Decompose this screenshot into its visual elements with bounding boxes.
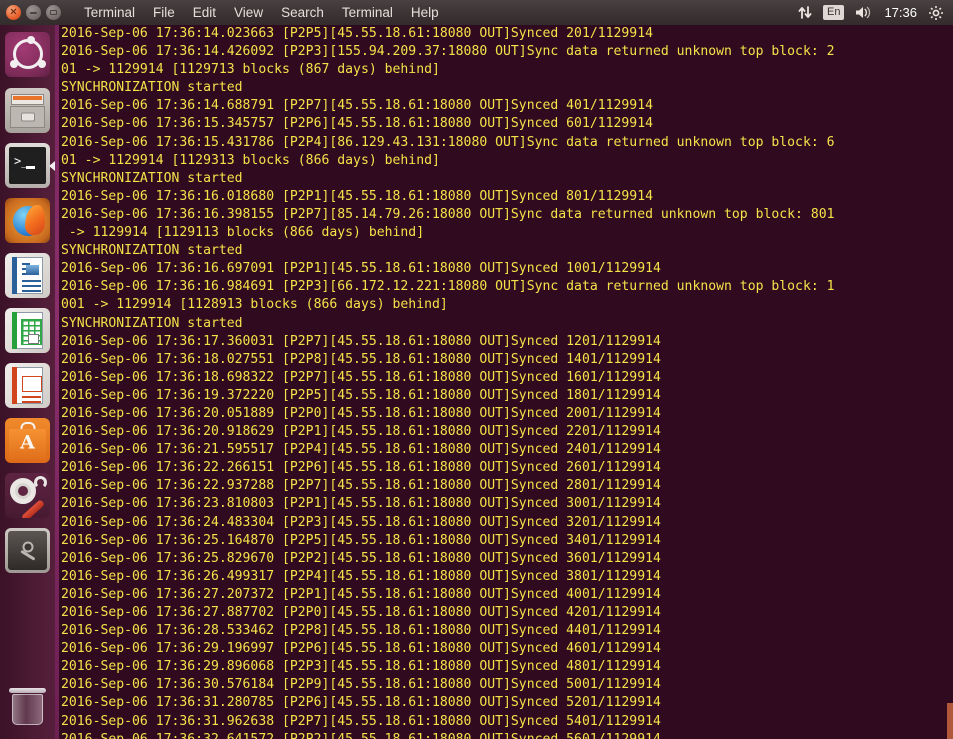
terminal-line: 2016-Sep-06 17:36:14.688791 [P2P7][45.55… — [61, 98, 653, 114]
launcher-item-files[interactable] — [0, 83, 55, 138]
maximize-button[interactable] — [46, 5, 61, 20]
terminal-line: 2016-Sep-06 17:36:28.533462 [P2P8][45.55… — [61, 623, 661, 639]
unity-launcher: >_ A — [0, 25, 55, 739]
terminal-line: SYNCHRONIZATION started — [61, 170, 243, 186]
launcher-item-safe[interactable] — [0, 523, 55, 578]
software-bag-icon: A — [5, 418, 50, 463]
terminal-line: 2016-Sep-06 17:36:22.266151 [P2P6][45.55… — [61, 460, 661, 476]
terminal-line: 2016-Sep-06 17:36:25.164870 [P2P5][45.55… — [61, 532, 661, 548]
active-app-indicator — [49, 160, 55, 171]
menu-bar: Terminal File Edit View Search Terminal … — [75, 2, 448, 23]
terminal-line: 2016-Sep-06 17:36:30.576184 [P2P9][45.55… — [61, 677, 661, 693]
terminal-line: 2016-Sep-06 17:36:29.896068 [P2P3][45.55… — [61, 659, 661, 675]
terminal-window[interactable]: 2016-Sep-06 17:36:14.023663 [P2P5][45.55… — [55, 25, 953, 739]
terminal-line: 2016-Sep-06 17:36:16.018680 [P2P1][45.55… — [61, 188, 653, 204]
launcher-item-system-settings[interactable] — [0, 468, 55, 523]
terminal-line: 2016-Sep-06 17:36:15.345757 [P2P6][45.55… — [61, 116, 653, 132]
panel-indicators: En 17:36 — [798, 5, 953, 21]
terminal-line: 2016-Sep-06 17:36:18.027551 [P2P8][45.55… — [61, 351, 661, 367]
terminal-line: 2016-Sep-06 17:36:16.697091 [P2P1][45.55… — [61, 261, 661, 277]
terminal-icon: >_ — [5, 143, 50, 188]
terminal-line: 2016-Sep-06 17:36:27.887702 [P2P0][45.55… — [61, 605, 661, 620]
terminal-line: 2016-Sep-06 17:36:20.051889 [P2P0][45.55… — [61, 405, 661, 421]
terminal-line: SYNCHRONIZATION started — [61, 243, 243, 259]
terminal-line: 2016-Sep-06 17:36:16.984691 [P2P3][66.17… — [61, 279, 835, 295]
top-panel: × Terminal File Edit View Search Termina… — [0, 0, 953, 25]
clock[interactable]: 17:36 — [884, 5, 917, 20]
terminal-line: 2016-Sep-06 17:36:26.499317 [P2P4][45.55… — [61, 568, 661, 584]
terminal-line: 2016-Sep-06 17:36:16.398155 [P2P7][85.14… — [61, 206, 835, 222]
menu-item-view[interactable]: View — [225, 2, 272, 23]
terminal-line: -> 1129914 [1129113 blocks (866 days) be… — [61, 225, 425, 241]
desktop-screen: × Terminal File Edit View Search Termina… — [0, 0, 953, 739]
keyboard-layout-indicator[interactable]: En — [822, 5, 845, 20]
menu-item-file[interactable]: File — [144, 2, 184, 23]
terminal-line: 2016-Sep-06 17:36:14.023663 [P2P5][45.55… — [61, 26, 653, 41]
terminal-line: 2016-Sep-06 17:36:21.595517 [P2P4][45.55… — [61, 442, 661, 458]
ubuntu-logo-icon — [5, 31, 50, 77]
terminal-line: 2016-Sep-06 17:36:29.196997 [P2P6][45.55… — [61, 641, 661, 657]
terminal-line: 2016-Sep-06 17:36:15.431786 [P2P4][86.12… — [61, 134, 835, 150]
terminal-line: 01 -> 1129914 [1129313 blocks (866 days)… — [61, 152, 440, 168]
terminal-scrollbar[interactable] — [939, 25, 953, 739]
launcher-item-libreoffice-calc[interactable] — [0, 303, 55, 358]
gear-wrench-icon — [5, 473, 50, 518]
terminal-line: 2016-Sep-06 17:36:23.810803 [P2P1][45.55… — [61, 496, 661, 512]
terminal-line: 2016-Sep-06 17:36:24.483304 [P2P3][45.55… — [61, 514, 661, 530]
file-manager-icon — [5, 88, 50, 133]
launcher-item-ubuntu-dash[interactable] — [0, 25, 55, 83]
terminal-line: 2016-Sep-06 17:36:32.641572 [P2P2][45.55… — [61, 731, 939, 739]
spreadsheet-icon — [5, 308, 50, 353]
terminal-line: 2016-Sep-06 17:36:27.207372 [P2P1][45.55… — [61, 586, 661, 602]
trash-icon — [5, 683, 50, 728]
terminal-line: 2016-Sep-06 17:36:17.360031 [P2P7][45.55… — [61, 333, 661, 349]
terminal-line: 2016-Sep-06 17:36:18.698322 [P2P7][45.55… — [61, 369, 661, 385]
launcher-item-libreoffice-writer[interactable] — [0, 248, 55, 303]
launcher-item-terminal[interactable]: >_ — [0, 138, 55, 193]
network-icon[interactable] — [798, 5, 812, 20]
terminal-line: 2016-Sep-06 17:36:31.280785 [P2P6][45.55… — [61, 695, 661, 711]
minimize-button[interactable] — [26, 5, 41, 20]
terminal-line: 2016-Sep-06 17:36:19.372220 [P2P5][45.55… — [61, 387, 661, 403]
terminal-line: 2016-Sep-06 17:36:31.962638 [P2P7][45.55… — [61, 713, 661, 729]
launcher-item-firefox[interactable] — [0, 193, 55, 248]
launcher-item-libreoffice-impress[interactable] — [0, 358, 55, 413]
menu-item-edit[interactable]: Edit — [184, 2, 225, 23]
terminal-left-border — [55, 25, 59, 739]
volume-icon[interactable] — [855, 5, 873, 20]
launcher-item-trash[interactable] — [0, 678, 55, 733]
terminal-line: SYNCHRONIZATION started — [61, 80, 243, 96]
terminal-line: 2016-Sep-06 17:36:25.829670 [P2P2][45.55… — [61, 550, 661, 566]
launcher-item-software-center[interactable]: A — [0, 413, 55, 468]
menu-item-search[interactable]: Search — [272, 2, 333, 23]
menu-item-help[interactable]: Help — [402, 2, 448, 23]
terminal-line: 2016-Sep-06 17:36:14.426092 [P2P3][155.9… — [61, 44, 835, 60]
gear-icon[interactable] — [928, 5, 944, 21]
presentation-icon — [5, 363, 50, 408]
terminal-line: 01 -> 1129914 [1129713 blocks (867 days)… — [61, 62, 440, 78]
terminal-line: 2016-Sep-06 17:36:20.918629 [P2P1][45.55… — [61, 424, 661, 440]
terminal-line: SYNCHRONIZATION started — [61, 315, 243, 331]
terminal-line: 2016-Sep-06 17:36:22.937288 [P2P7][45.55… — [61, 478, 661, 494]
document-icon — [5, 253, 50, 298]
menu-item-terminal-app[interactable]: Terminal — [75, 2, 144, 23]
terminal-output: 2016-Sep-06 17:36:14.023663 [P2P5][45.55… — [59, 25, 939, 739]
safe-vault-icon — [5, 528, 50, 573]
close-button[interactable]: × — [6, 5, 21, 20]
terminal-line: 001 -> 1129914 [1128913 blocks (866 days… — [61, 297, 448, 313]
window-controls: × — [0, 5, 61, 20]
firefox-icon — [5, 198, 50, 243]
scrollbar-thumb[interactable] — [947, 703, 953, 739]
menu-item-terminal[interactable]: Terminal — [333, 2, 402, 23]
